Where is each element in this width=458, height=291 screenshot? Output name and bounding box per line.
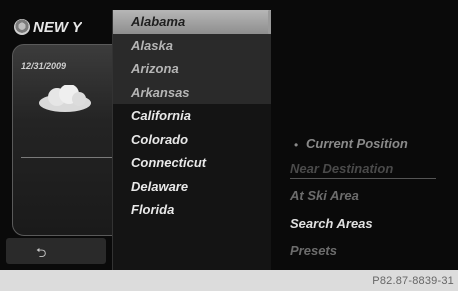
list-item-alaska[interactable]: Alaska [113,33,271,57]
menu-divider [290,178,436,179]
list-item-colorado[interactable]: Colorado [113,128,271,152]
list-scrollbar[interactable] [268,10,271,34]
globe-icon [14,19,30,35]
list-item-arkansas[interactable]: Arkansas [113,80,271,104]
back-button[interactable]: ⮌ [6,238,106,264]
weather-panel: NEW Y 12/31/2009 ⮌ [0,10,124,270]
search-options-menu: • Current Position Near Destination At S… [282,10,458,270]
city-header[interactable]: NEW Y [14,14,118,40]
state-list[interactable]: Alabama Alaska Arizona Arkansas California Co… [112,10,271,270]
city-name: NEW Y [33,18,82,36]
selection-bullet: • [294,138,299,152]
menu-near-destination[interactable]: Near Destination [290,161,393,176]
menu-presets[interactable]: Presets [290,243,337,258]
footer-bar: P82.87-8839-31 [0,270,458,291]
list-item-delaware[interactable]: Delaware [113,175,271,199]
list-item-arizona[interactable]: Arizona [113,57,271,81]
menu-search-areas[interactable]: Search Areas [290,216,373,231]
back-arrow-icon: ⮌ [36,245,47,260]
weather-card: 12/31/2009 [12,44,124,236]
list-item-alabama[interactable]: Alabama [113,10,271,34]
list-item-florida[interactable]: Florida [113,198,271,222]
menu-at-ski-area[interactable]: At Ski Area [290,188,359,203]
card-divider [21,157,117,158]
weather-date: 12/31/2009 [21,61,67,71]
image-reference: P82.87-8839-31 [372,275,454,287]
list-item-connecticut[interactable]: Connecticut [113,151,271,175]
cloud-icon [39,85,91,112]
list-item-california[interactable]: California [113,104,271,128]
head-unit-screen: NEW Y 12/31/2009 ⮌ Alabama Alaska Arizona A… [0,0,458,270]
menu-current-position[interactable]: Current Position [306,136,408,151]
